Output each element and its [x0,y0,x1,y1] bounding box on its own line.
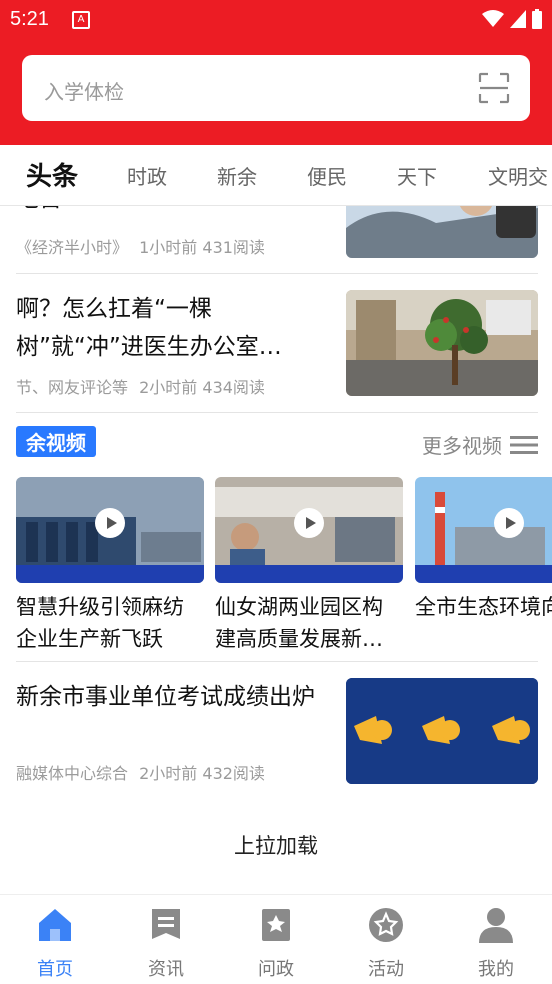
search-bar[interactable]: 入学体检 [22,55,530,121]
nav-news[interactable]: 资讯 [126,905,206,981]
nav-profile-label: 我的 [478,959,514,980]
battery-icon [532,9,542,29]
divider [16,661,538,662]
category-tabs: 头条 时政 新余 便民 天下 文明交 [0,145,552,206]
nav-profile[interactable]: 我的 [456,905,536,981]
nav-activity[interactable]: 活动 [346,905,426,981]
video-thumbnail [16,477,204,583]
paraglider-photo [346,206,538,258]
tab-world[interactable]: 天下 [397,161,437,190]
wifi-icon [482,10,504,27]
video-title: 仙女湖两业园区构建高质量发展新… [215,595,383,651]
play-icon[interactable] [95,508,125,538]
video-title: 智慧升级引领麻纺企业生产新飞跃 [16,595,184,651]
play-icon[interactable] [294,508,324,538]
header: 入学体检 [0,40,552,145]
divider [16,273,538,274]
news-meta: 融媒体中心综合 2小时前 432阅读 [16,760,265,784]
office-plant-photo [346,290,538,396]
system-icons [482,9,542,29]
news-item[interactable]: 吃苦 《经济半小时》 1小时前 431阅读 [16,206,538,268]
video-title: 全市生态环境向好 [415,595,552,619]
star-badge-icon [369,908,403,942]
nav-news-label: 资讯 [148,959,184,980]
power-plant-photo [415,477,552,583]
news-title: 吃苦 [16,206,331,218]
news-time: 2小时前 [139,378,198,397]
news-title: 新余市事业单位考试成绩出炉 [16,684,315,710]
news-meta: 《经济半小时》 1小时前 431阅读 [16,234,265,258]
tab-convenience[interactable]: 便民 [307,161,347,190]
news-thumbnail [346,678,538,784]
news-item[interactable]: 新余市事业单位考试成绩出炉 融媒体中心综合 2小时前 432阅读 [16,678,538,788]
news-title: 啊？怎么扛着“一棵树”就“冲”进医生办公室… [16,296,282,360]
more-videos-label: 更多视频 [422,434,502,458]
news-source: 《经济半小时》 [16,238,129,257]
news-thumbnail [346,290,538,396]
news-feed: 吃苦 《经济半小时》 1小时前 431阅读 啊？怎么扛着“一棵树”就“冲”进医生… [0,206,552,894]
signal-icon [510,10,526,28]
tab-label: 头条 [26,162,79,192]
status-bar: 5:21 A [0,0,552,40]
home-icon [39,909,71,941]
news-reads: 434阅读 [202,378,265,397]
tab-politics[interactable]: 时政 [127,161,167,190]
news-thumbnail [346,206,538,258]
news-reads: 432阅读 [202,764,265,783]
news-meta: 节、网友评论等 2小时前 434阅读 [16,374,265,398]
news-bookmark-icon [152,909,180,939]
video-badge: 余视频 [16,426,96,457]
news-reads: 431阅读 [202,238,265,257]
menu-icon [510,435,538,454]
video-thumbnail [215,477,403,583]
status-time: 5:21 [10,8,49,30]
scan-icon[interactable] [478,72,510,104]
video-card[interactable]: 仙女湖两业园区构建高质量发展新… [215,477,403,655]
inquiry-document-icon [262,909,290,941]
bottom-navigation: 首页 资讯 问政 活动 我的 [0,894,552,984]
divider [16,412,538,413]
nav-activity-label: 活动 [368,959,404,980]
video-thumbnail [415,477,552,583]
news-time: 1小时前 [139,238,198,257]
video-section-header: 余视频 更多视频 [16,426,538,458]
video-card[interactable]: 智慧升级引领麻纺企业生产新飞跃 [16,477,204,655]
nav-inquiry[interactable]: 问政 [236,905,316,981]
video-card[interactable]: 全市生态环境向好 [415,477,552,655]
tab-headline[interactable]: 头条 [22,156,83,193]
user-icon [479,908,513,943]
search-placeholder: 入学体检 [44,80,124,104]
news-time: 2小时前 [139,764,198,783]
load-more-text: 上拉加载 [234,834,318,858]
tab-civilization[interactable]: 文明交 [488,161,548,190]
news-source: 融媒体中心综合 [16,764,129,783]
notification-app-icon: A [72,11,90,29]
news-item[interactable]: 啊？怎么扛着“一棵树”就“冲”进医生办公室… 节、网友评论等 2小时前 434阅… [16,290,538,400]
news-source: 节、网友评论等 [16,378,129,397]
tab-xinyu[interactable]: 新余 [217,161,257,190]
more-videos-link[interactable]: 更多视频 [422,430,538,459]
nav-inquiry-label: 问政 [258,959,294,980]
nav-home[interactable]: 首页 [15,905,95,981]
nav-home-label: 首页 [37,959,73,980]
play-icon[interactable] [494,508,524,538]
megaphone-banner [346,678,538,784]
